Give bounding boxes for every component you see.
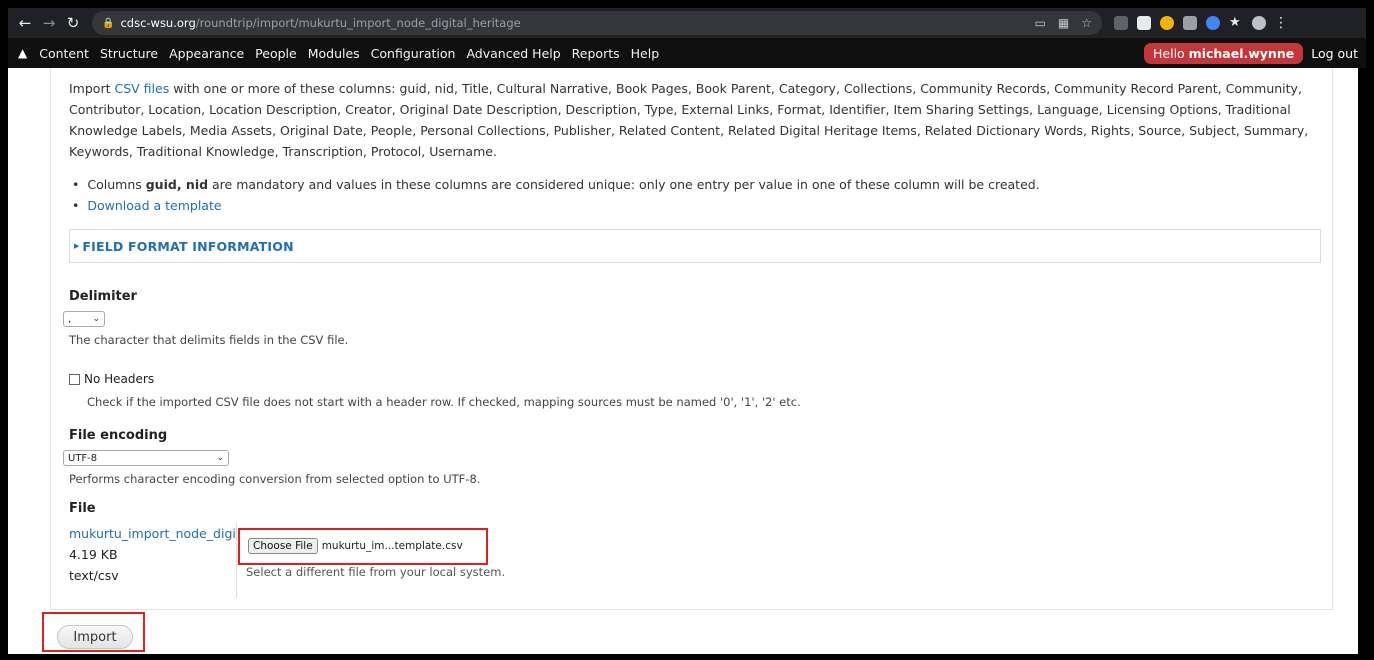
- field-format-legend[interactable]: FIELD FORMAT INFORMATION: [82, 239, 293, 254]
- collapse-triangle-icon: ▶: [74, 242, 80, 250]
- delimiter-label: Delimiter: [69, 289, 137, 304]
- download-template-link[interactable]: Download a template: [87, 198, 221, 213]
- admin-menu-modules[interactable]: Modules: [308, 46, 360, 61]
- list-item: Download a template: [72, 195, 1040, 216]
- logout-link[interactable]: Log out: [1311, 46, 1358, 61]
- chevron-down-icon: ⌄: [216, 453, 224, 463]
- intro-columns: with one or more of these columns: guid,…: [69, 81, 1309, 159]
- greeting-prefix: Hello: [1153, 45, 1189, 61]
- url-path: /roundtrip/import/mukurtu_import_node_di…: [195, 16, 521, 30]
- current-file-link[interactable]: mukurtu_import_node_digital_heritage_tem…: [69, 526, 236, 541]
- cast-icon[interactable]: ▭: [1035, 16, 1046, 30]
- field-format-fieldset[interactable]: ▶ FIELD FORMAT INFORMATION: [69, 229, 1321, 263]
- file-size: 4.19 KB: [69, 547, 118, 562]
- file-upload-hint: Select a different file from your local …: [246, 565, 506, 579]
- admin-menu: Content Structure Appearance People Modu…: [39, 46, 659, 61]
- admin-menu-appearance[interactable]: Appearance: [169, 46, 244, 61]
- url-host: cdsc-wsu.org: [120, 16, 196, 30]
- delimiter-description: The character that delimits fields in th…: [69, 333, 349, 347]
- chevron-down-icon: ⌄: [92, 314, 100, 324]
- encoding-value: UTF-8: [68, 452, 98, 464]
- file-encoding-description: Performs character encoding conversion f…: [69, 472, 481, 486]
- qr-code-icon[interactable]: ▦: [1058, 16, 1069, 30]
- bullet-prefix: Columns: [87, 177, 146, 192]
- csv-files-link[interactable]: CSV files: [114, 81, 169, 96]
- info-list: Columns guid, nid are mandatory and valu…: [72, 174, 1040, 216]
- delimiter-select[interactable]: , ⌄: [63, 311, 105, 327]
- no-headers-description: Check if the imported CSV file does not …: [87, 395, 801, 409]
- extension-info-icon[interactable]: [1206, 16, 1220, 30]
- admin-menu-advanced-help[interactable]: Advanced Help: [466, 46, 560, 61]
- reload-icon[interactable]: ↻: [62, 12, 84, 34]
- page-content: Import CSV files with one or more of the…: [8, 68, 1358, 654]
- list-item: Columns guid, nid are mandatory and valu…: [72, 174, 1040, 195]
- address-bar[interactable]: 🔒 cdsc-wsu.org/roundtrip/import/mukurtu_…: [92, 11, 1102, 35]
- mandatory-columns: guid, nid: [145, 177, 209, 192]
- file-encoding-select[interactable]: UTF-8 ⌄: [63, 450, 229, 466]
- bookmark-star-icon[interactable]: ☆: [1081, 16, 1092, 30]
- admin-menu-configuration[interactable]: Configuration: [371, 46, 456, 61]
- username: michael.wynne: [1188, 45, 1295, 61]
- import-highlight-box: [42, 612, 145, 652]
- extension-pen-icon[interactable]: [1114, 16, 1128, 30]
- file-highlight-box: [238, 528, 488, 565]
- lock-icon: 🔒: [102, 17, 115, 29]
- file-mime-type: text/csv: [69, 568, 119, 583]
- extension-circle-icon[interactable]: [1160, 16, 1174, 30]
- bullet-text: are mandatory and values in these column…: [208, 177, 1040, 192]
- extension-g-icon[interactable]: [1183, 16, 1197, 30]
- profile-avatar-icon[interactable]: [1252, 16, 1266, 30]
- admin-toolbar: ▲ Content Structure Appearance People Mo…: [8, 38, 1366, 68]
- delimiter-value: ,: [68, 313, 72, 325]
- browser-toolbar: ← → ↻ 🔒 cdsc-wsu.org/roundtrip/import/mu…: [8, 8, 1366, 38]
- extension-app-icon[interactable]: [1137, 16, 1151, 30]
- no-headers-option[interactable]: No Headers: [69, 372, 154, 386]
- forward-arrow-icon[interactable]: →: [38, 12, 60, 34]
- extensions-puzzle-icon[interactable]: ★: [1229, 16, 1243, 30]
- admin-menu-reports[interactable]: Reports: [572, 46, 620, 61]
- import-description: Import CSV files with one or more of the…: [69, 78, 1329, 162]
- admin-menu-content[interactable]: Content: [39, 46, 89, 61]
- file-encoding-label: File encoding: [69, 428, 168, 443]
- back-arrow-icon[interactable]: ←: [14, 12, 36, 34]
- admin-menu-help[interactable]: Help: [631, 46, 660, 61]
- admin-menu-structure[interactable]: Structure: [100, 46, 158, 61]
- intro-prefix: Import: [69, 81, 115, 96]
- admin-menu-people[interactable]: People: [255, 46, 297, 61]
- file-label: File: [69, 501, 96, 516]
- current-file-info: mukurtu_import_node_digital_heritage_tem…: [69, 523, 237, 598]
- user-greeting[interactable]: Hello michael.wynne: [1144, 42, 1304, 64]
- browser-menu-icon[interactable]: ⋮: [1274, 15, 1288, 31]
- home-icon[interactable]: ▲: [18, 46, 27, 60]
- no-headers-label[interactable]: No Headers: [84, 372, 154, 386]
- no-headers-checkbox[interactable]: [69, 373, 80, 385]
